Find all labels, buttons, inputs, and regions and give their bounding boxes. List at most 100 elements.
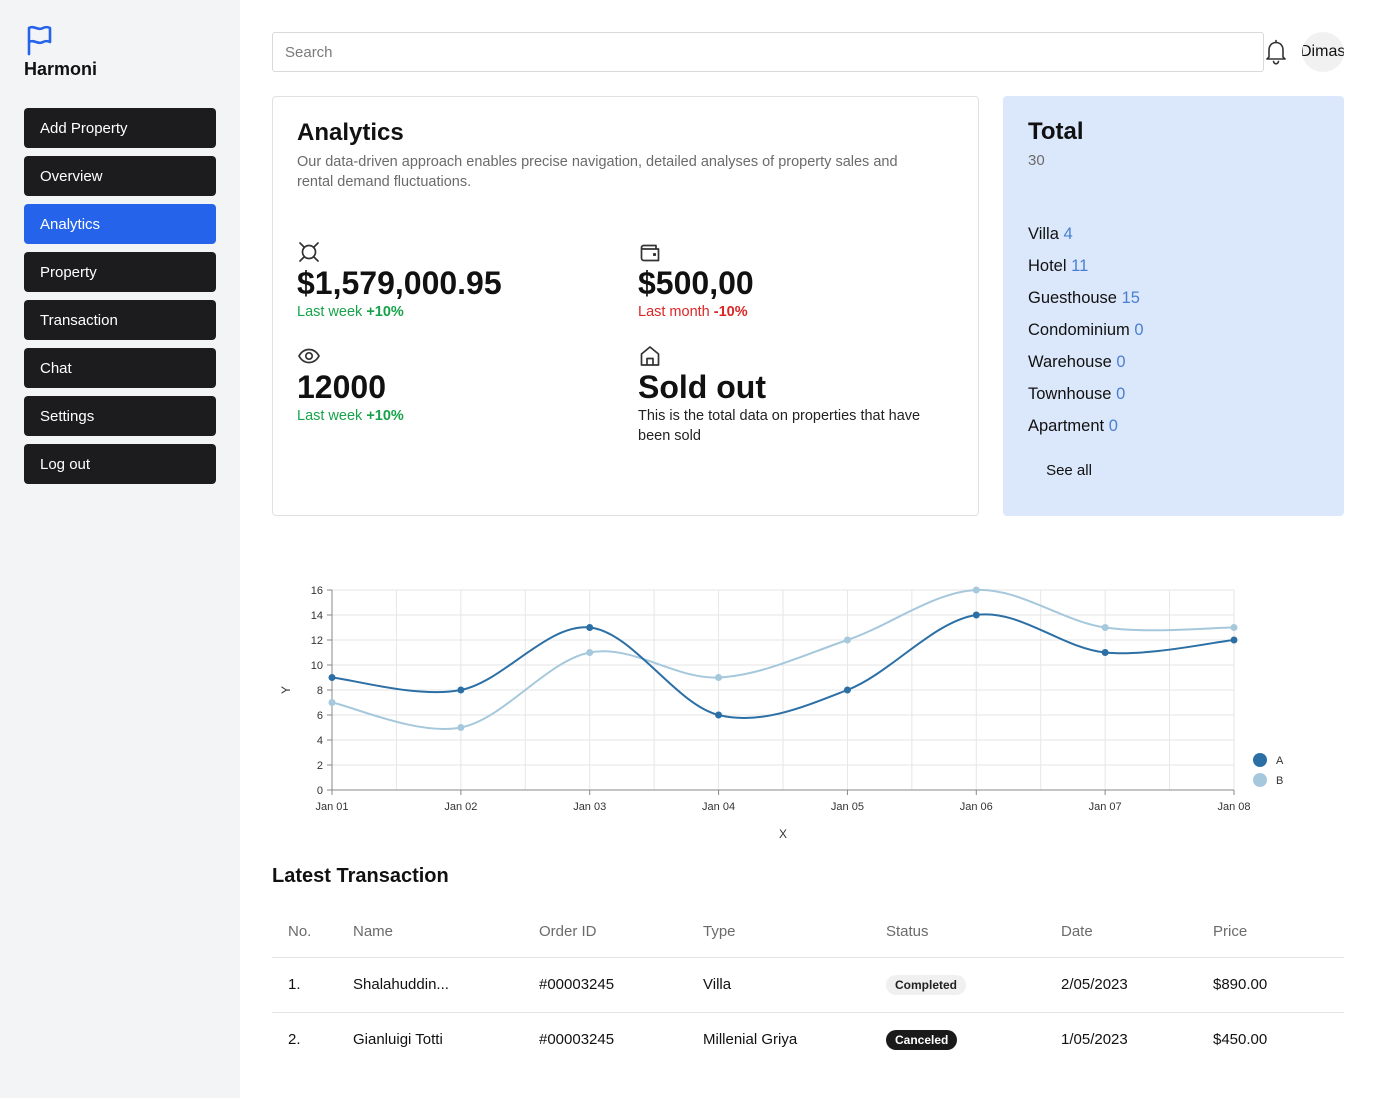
data-point-a <box>1101 649 1109 656</box>
list-item: Townhouse 0 <box>1028 378 1144 410</box>
x-tick-label: Jan 08 <box>1217 801 1250 813</box>
stat-change-value: +10% <box>366 304 404 320</box>
sidebar-item-settings[interactable]: Settings <box>24 396 216 436</box>
line-chart: 0 2 4 6 8 10 12 14 16 Jan 01 Jan 02 Jan 03 Jan 04 Jan… <box>279 585 1284 841</box>
table-row[interactable]: 2. Gianluigi Totti #00003245 Millenial G… <box>272 1012 1344 1067</box>
analytics-description: Our data-driven approach enables precise… <box>297 154 898 190</box>
sidebar-item-property[interactable]: Property <box>24 252 216 292</box>
coin-icon <box>299 242 319 262</box>
data-point-a <box>328 674 336 681</box>
sidebar-item-add-property[interactable]: Add Property <box>24 108 216 148</box>
column-header: Type <box>703 906 886 958</box>
list-item-label: Apartment <box>1028 417 1105 435</box>
analytics-card: Analytics Our data-driven approach enabl… <box>272 96 979 516</box>
cell-price: $890.00 <box>1213 957 1344 1013</box>
x-tick-label: Jan 02 <box>444 801 477 813</box>
table-row[interactable]: 1. Shalahuddin... #00003245 Villa Comple… <box>272 957 1344 1013</box>
stat-value: 12000 <box>297 369 386 405</box>
see-all-button[interactable]: See all <box>1028 454 1110 486</box>
stat-value: $500,00 <box>638 265 754 301</box>
list-item-count: 11 <box>1071 257 1089 275</box>
data-point-a <box>457 686 465 694</box>
legend-swatch-b <box>1253 773 1267 787</box>
data-point-b <box>1230 624 1238 631</box>
home-icon <box>640 346 660 366</box>
stat-change: Last week +10% <box>297 302 617 322</box>
data-point-a <box>1230 636 1238 644</box>
cell-no: 2. <box>288 1031 301 1049</box>
total-title: Total <box>1028 118 1084 145</box>
stat-change: Last week +10% <box>297 406 617 426</box>
list-item-count: 0 <box>1134 321 1144 339</box>
stat-income: $500,00 Last month -10% <box>638 240 958 322</box>
bell-icon[interactable] <box>1264 38 1288 66</box>
list-item-label: Villa <box>1028 225 1059 243</box>
data-point-b <box>457 724 465 731</box>
transactions-title: Latest Transaction <box>272 865 449 887</box>
cell-type: Millenial Griya <box>703 1031 798 1049</box>
status-badge: Canceled <box>886 1029 958 1050</box>
list-item-label: Hotel <box>1028 257 1067 275</box>
column-header: Name <box>353 906 539 958</box>
x-tick-label: Jan 03 <box>573 801 606 813</box>
data-point-a <box>715 711 723 719</box>
list-item-count: 0 <box>1108 417 1118 435</box>
total-card: Total 30 Villa 4 Hotel 11 Guesthouse 15 … <box>1003 96 1344 516</box>
column-header: Order ID <box>539 906 703 958</box>
x-tick-label: Jan 04 <box>702 801 735 813</box>
list-item: Warehouse 0 <box>1028 346 1144 378</box>
data-point-b <box>843 636 851 644</box>
data-point-b <box>715 674 723 681</box>
list-item-label: Guesthouse <box>1028 289 1117 307</box>
x-tick-label: Jan 06 <box>960 801 993 813</box>
legend-label-a: A <box>1276 755 1284 767</box>
list-item-count: 4 <box>1063 225 1073 243</box>
status-badge: Completed <box>886 974 967 995</box>
column-header: Price <box>1213 906 1344 958</box>
cell-date: 2/05/2023 <box>1061 957 1213 1013</box>
cell-name: Gianluigi Totti <box>353 1031 443 1049</box>
data-point-a <box>843 686 851 694</box>
column-header: Status <box>886 906 1061 958</box>
column-header: No. <box>272 906 353 958</box>
stat-period: Last month <box>638 304 710 320</box>
sidebar-item-overview[interactable]: Overview <box>24 156 216 196</box>
cell-date: 1/05/2023 <box>1061 1031 1128 1049</box>
x-tick-label: Jan 01 <box>315 801 348 813</box>
list-item-count: 0 <box>1116 353 1126 371</box>
stat-period: Last week <box>297 304 363 320</box>
search-input[interactable] <box>272 32 1264 72</box>
stat-sold-out: Sold out This is the total data on prope… <box>638 344 958 446</box>
cell-status: Completed <box>886 957 1061 1013</box>
avatar[interactable]: Dimas <box>1302 32 1344 72</box>
x-axis-label: X <box>779 827 787 841</box>
y-tick-label: 14 <box>311 610 323 622</box>
sidebar-item-transaction[interactable]: Transaction <box>24 300 216 340</box>
data-point-b <box>1101 624 1109 631</box>
cell-order-id: #00003245 <box>539 957 703 1013</box>
total-count: 30 <box>1028 152 1045 169</box>
list-item: Hotel 11 <box>1028 250 1144 282</box>
stat-note: This is the total data on properties tha… <box>638 408 921 444</box>
list-item: Guesthouse 15 <box>1028 282 1144 314</box>
eye-icon <box>298 348 320 364</box>
x-tick-label: Jan 05 <box>831 801 864 813</box>
y-tick-label: 16 <box>311 585 323 597</box>
data-point-a <box>586 624 594 631</box>
wallet-icon <box>640 244 660 262</box>
cell-order-id: #00003245 <box>539 1031 615 1049</box>
sidebar: Harmoni Add Property Overview Analytics … <box>0 0 240 1098</box>
user-name: Dimas <box>1302 43 1344 60</box>
flag-icon <box>27 25 52 56</box>
stat-value: Sold out <box>638 369 766 405</box>
sidebar-item-log-out[interactable]: Log out <box>24 444 216 484</box>
y-tick-label: 2 <box>317 760 323 772</box>
cell-price: $450.00 <box>1213 1031 1268 1049</box>
sidebar-item-analytics[interactable]: Analytics <box>24 204 216 244</box>
stat-change-value: -10% <box>713 304 748 320</box>
stat-revenue: $1,579,000.95 Last week +10% <box>297 240 617 322</box>
table-header-row: No. Name Order ID Type Status Date Price <box>272 906 1344 958</box>
list-item: Apartment 0 <box>1028 410 1144 442</box>
sidebar-item-chat[interactable]: Chat <box>24 348 216 388</box>
cell-status: Canceled <box>886 1012 1061 1067</box>
